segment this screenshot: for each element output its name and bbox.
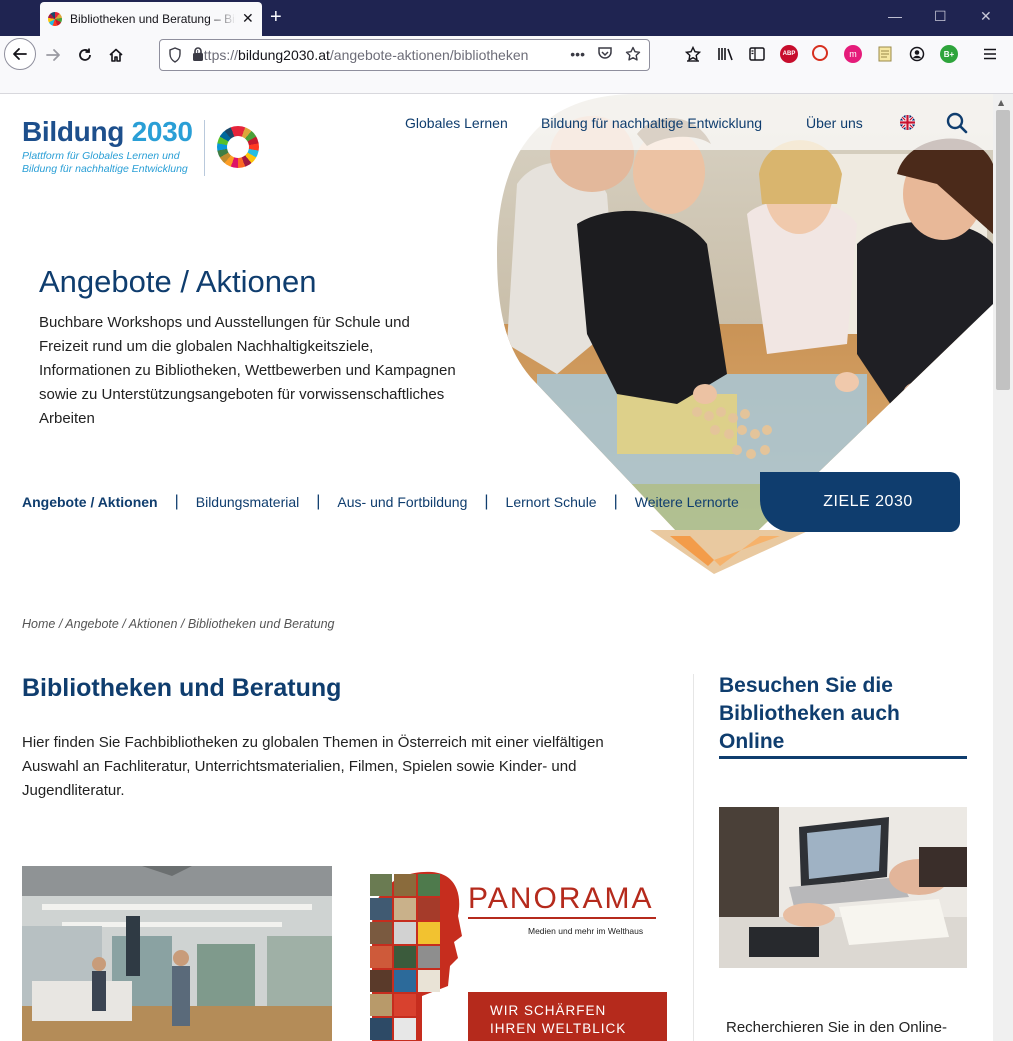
panorama-subtitle: Medien und mehr im Welthaus bbox=[528, 926, 644, 936]
lock-icon[interactable] bbox=[192, 47, 204, 65]
library-icon[interactable] bbox=[717, 45, 735, 63]
tab-title: Bibliotheken und Beratung – Bildung2030 bbox=[70, 12, 236, 26]
hero-bottom-decoration bbox=[650, 530, 810, 574]
sidebar-title-underline bbox=[719, 756, 967, 759]
scroll-thumb[interactable] bbox=[996, 110, 1010, 390]
sdg-favicon-icon bbox=[48, 12, 62, 26]
extension-icon[interactable]: B+ bbox=[940, 45, 958, 63]
panorama-mosaic-head bbox=[370, 871, 462, 1041]
search-icon[interactable] bbox=[946, 112, 968, 134]
notes-icon[interactable] bbox=[876, 45, 894, 63]
reload-icon[interactable] bbox=[70, 40, 100, 70]
close-window-icon[interactable]: ✕ bbox=[980, 8, 992, 25]
account-icon[interactable] bbox=[908, 45, 926, 63]
subnav-angebote-aktionen[interactable]: Angebote / Aktionen bbox=[22, 494, 158, 510]
forward-icon[interactable] bbox=[38, 40, 68, 70]
menu-icon[interactable] bbox=[981, 45, 999, 63]
subnav-weitere-lernorte[interactable]: Weitere Lernorte bbox=[635, 494, 739, 510]
sidebar-text: Recherchieren Sie in den Online- bbox=[726, 1019, 947, 1036]
panorama-card[interactable]: PANORAMA Medien und mehr im Welthaus WIR… bbox=[362, 866, 667, 1041]
panorama-title: PANORAMA bbox=[468, 882, 654, 915]
subnav-aus-fortbildung[interactable]: Aus- und Fortbildung bbox=[337, 494, 467, 510]
sidebar-icon[interactable] bbox=[748, 45, 766, 63]
uk-flag-icon[interactable] bbox=[900, 115, 915, 130]
browser-tab[interactable]: Bibliotheken und Beratung – Bildung2030 … bbox=[40, 2, 262, 36]
hero-title: Angebote / Aktionen bbox=[39, 264, 317, 299]
minimize-icon[interactable]: — bbox=[888, 8, 902, 24]
hero-description: Buchbare Workshops und Ausstellungen für… bbox=[39, 314, 456, 427]
extension-icon[interactable]: m bbox=[844, 45, 862, 63]
sidebar-divider bbox=[693, 674, 694, 1041]
site-logo[interactable]: Bildung 2030 Plattform für Globales Lern… bbox=[22, 116, 272, 180]
webpage: Bildung 2030 Plattform für Globales Lern… bbox=[0, 94, 993, 1041]
address-bar[interactable]: https://bildung2030.at/angebote-aktionen… bbox=[159, 39, 650, 71]
section-subnav: Angebote / Aktionen | Bildungsmaterial |… bbox=[22, 493, 739, 510]
maximize-icon[interactable]: ☐ bbox=[934, 8, 947, 25]
shield-icon[interactable] bbox=[168, 47, 182, 66]
ziele-2030-button[interactable]: ZIELE 2030 bbox=[760, 472, 960, 532]
scroll-up-icon[interactable]: ▲ bbox=[998, 98, 1004, 107]
sidebar-title: Besuchen Sie die Bibliotheken auch Onlin… bbox=[719, 674, 900, 753]
topnav-ueber-uns[interactable]: Über uns bbox=[806, 115, 863, 131]
page-title: Bibliotheken und Beratung bbox=[22, 674, 342, 702]
back-icon[interactable] bbox=[4, 38, 36, 70]
browser-navbar: https://bildung2030.at/angebote-aktionen… bbox=[0, 36, 1013, 94]
panorama-banner: WIR SCHÄRFEN IHREN WELTBLICK bbox=[468, 992, 667, 1041]
subnav-bildungsmaterial[interactable]: Bildungsmaterial bbox=[196, 494, 300, 510]
sdg-wheel-icon bbox=[217, 126, 259, 168]
home-icon[interactable] bbox=[101, 40, 131, 70]
online-library-photo[interactable] bbox=[719, 807, 967, 968]
close-tab-icon[interactable]: ✕ bbox=[242, 11, 254, 27]
library-photo[interactable] bbox=[22, 866, 332, 1041]
new-tab-icon[interactable]: + bbox=[270, 6, 282, 29]
subnav-lernort-schule[interactable]: Lernort Schule bbox=[506, 494, 597, 510]
topnav-bne[interactable]: Bildung für nachhaltige Entwicklung bbox=[541, 115, 762, 131]
extension-icon[interactable] bbox=[812, 45, 828, 61]
breadcrumb[interactable]: Home / Angebote / Aktionen / Bibliotheke… bbox=[22, 617, 334, 631]
pocket-icon[interactable] bbox=[597, 46, 613, 65]
extension-icon[interactable] bbox=[684, 45, 702, 63]
topnav-globales-lernen[interactable]: Globales Lernen bbox=[405, 115, 508, 131]
panorama-divider bbox=[468, 917, 656, 919]
more-icon[interactable]: ••• bbox=[570, 46, 585, 65]
adblock-icon[interactable]: ABP bbox=[780, 45, 798, 63]
intro-text: Hier finden Sie Fachbibliotheken zu glob… bbox=[22, 734, 604, 799]
bookmark-star-icon[interactable] bbox=[625, 46, 641, 65]
browser-tabbar: Bibliotheken und Beratung – Bildung2030 … bbox=[0, 0, 1013, 36]
url-text[interactable]: https://bildung2030.at/angebote-aktionen… bbox=[196, 47, 536, 63]
logo-divider bbox=[204, 120, 205, 176]
page-scrollbar[interactable]: ▲ bbox=[993, 94, 1013, 1041]
